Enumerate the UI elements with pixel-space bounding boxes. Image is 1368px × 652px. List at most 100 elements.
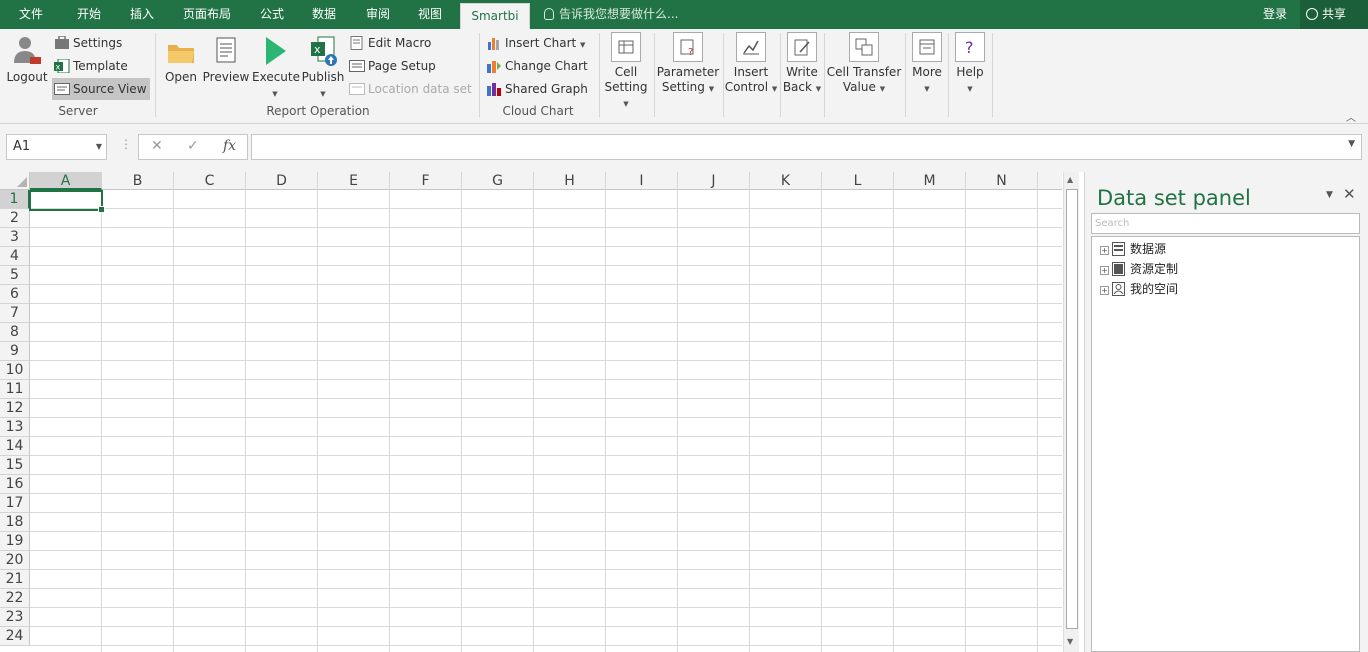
edit-macro-button[interactable]: Edit Macro	[349, 32, 469, 54]
row-header[interactable]: 13	[0, 418, 30, 437]
logout-button[interactable]: Logout	[4, 35, 50, 85]
preview-button[interactable]: Preview	[202, 35, 250, 85]
column-header[interactable]: I	[606, 172, 678, 190]
cell-transfer-dropdown-arrow[interactable]: ▼	[880, 85, 885, 93]
cell-setting-button[interactable]: Cell Setting ▼	[604, 32, 648, 112]
column-header[interactable]: A	[30, 172, 102, 190]
spreadsheet-grid[interactable]: ABCDEFGHIJKLMN 1 2 3 4 5 6 7 8 9 10 11 12 13 14 15 16 17…	[0, 172, 1062, 652]
column-header[interactable]: B	[102, 172, 174, 190]
parameter-setting-button[interactable]: ? Parameter Setting ▼	[656, 32, 720, 97]
column-header[interactable]: K	[750, 172, 822, 190]
publish-button[interactable]: x Publish ▼	[300, 35, 346, 102]
row-header[interactable]: 22	[0, 589, 30, 608]
tab-view[interactable]: 视图	[408, 0, 452, 29]
tab-review[interactable]: 审阅	[356, 0, 400, 29]
column-header[interactable]: H	[534, 172, 606, 190]
confirm-entry-icon[interactable]: ✓	[187, 138, 199, 154]
row-header[interactable]: 1	[0, 190, 30, 209]
change-chart-button[interactable]: Change Chart	[486, 55, 594, 77]
column-header[interactable]: G	[462, 172, 534, 190]
more-dropdown-arrow[interactable]: ▼	[924, 85, 929, 93]
insert-control-dropdown-arrow[interactable]: ▼	[772, 85, 777, 93]
column-header[interactable]: E	[318, 172, 390, 190]
row-header[interactable]: 3	[0, 228, 30, 247]
shared-graph-button[interactable]: Shared Graph	[486, 78, 594, 100]
formula-input[interactable]: ▼	[251, 134, 1362, 160]
row-header[interactable]: 17	[0, 494, 30, 513]
row-header[interactable]: 24	[0, 627, 30, 646]
help-button[interactable]: ? Help ▼	[950, 32, 990, 97]
expand-plus-icon[interactable]: +	[1100, 266, 1109, 275]
row-header[interactable]: 6	[0, 285, 30, 304]
vertical-scrollbar[interactable]: ▲ ▼	[1063, 172, 1079, 652]
collapse-ribbon-chevron-icon[interactable]: ︿	[1346, 109, 1356, 124]
row-header[interactable]: 8	[0, 323, 30, 342]
source-view-button[interactable]: Source View	[52, 78, 150, 100]
panel-close-icon[interactable]: ✕	[1343, 185, 1356, 203]
insert-control-button[interactable]: Insert Control ▼	[724, 32, 778, 97]
column-header[interactable]: M	[894, 172, 966, 190]
tab-file[interactable]: 文件	[10, 0, 52, 29]
tab-insert[interactable]: 插入	[120, 0, 164, 29]
column-header[interactable]: C	[174, 172, 246, 190]
row-header[interactable]: 4	[0, 247, 30, 266]
column-header[interactable]: N	[966, 172, 1038, 190]
insert-chart-dropdown-arrow[interactable]: ▼	[580, 41, 585, 49]
cancel-entry-icon[interactable]: ✕	[151, 138, 163, 154]
row-header[interactable]: 23	[0, 608, 30, 627]
scroll-down-arrow-icon[interactable]: ▼	[1067, 637, 1073, 646]
publish-dropdown-arrow[interactable]: ▼	[320, 90, 325, 98]
scroll-up-arrow-icon[interactable]: ▲	[1067, 175, 1073, 184]
tree-node-my-space[interactable]: + 我的空间	[1100, 280, 1178, 298]
expand-plus-icon[interactable]: +	[1100, 246, 1109, 255]
insert-chart-button[interactable]: Insert Chart ▼	[486, 32, 594, 54]
cell-setting-dropdown-arrow[interactable]: ▼	[623, 100, 628, 108]
help-dropdown-arrow[interactable]: ▼	[967, 85, 972, 93]
share-button[interactable]: 共享	[1300, 0, 1368, 29]
row-header[interactable]: 19	[0, 532, 30, 551]
active-cell-a1[interactable]	[29, 190, 105, 213]
row-header[interactable]: 15	[0, 456, 30, 475]
name-box-dropdown-icon[interactable]: ▼	[96, 135, 102, 159]
tell-me-search[interactable]: 告诉我您想要做什么...	[544, 0, 678, 29]
row-header[interactable]: 2	[0, 209, 30, 228]
tree-node-datasource[interactable]: + 数据源	[1100, 240, 1166, 258]
row-header[interactable]: 14	[0, 437, 30, 456]
name-box[interactable]: A1 ▼	[6, 134, 107, 160]
location-data-set-button[interactable]: Location data set	[349, 78, 473, 100]
more-button[interactable]: More ▼	[906, 32, 948, 97]
row-header[interactable]: 5	[0, 266, 30, 285]
write-back-dropdown-arrow[interactable]: ▼	[816, 85, 821, 93]
expand-formula-bar-icon[interactable]: ▼	[1348, 139, 1355, 149]
tab-smartbi[interactable]: Smartbi	[460, 3, 530, 29]
tab-data[interactable]: 数据	[302, 0, 346, 29]
write-back-button[interactable]: Write Back ▼	[782, 32, 822, 97]
column-header[interactable]: D	[246, 172, 318, 190]
column-header[interactable]: F	[390, 172, 462, 190]
panel-menu-arrow-icon[interactable]: ▼	[1326, 190, 1333, 200]
cell-area[interactable]	[30, 190, 1062, 652]
tab-page-layout[interactable]: 页面布局	[174, 0, 240, 29]
row-header[interactable]: 20	[0, 551, 30, 570]
cell-transfer-value-button[interactable]: Cell Transfer Value ▼	[826, 32, 902, 97]
template-button[interactable]: x Template	[52, 55, 132, 77]
execute-dropdown-arrow[interactable]: ▼	[272, 90, 277, 98]
insert-function-icon[interactable]: fx	[223, 138, 236, 154]
row-header[interactable]: 11	[0, 380, 30, 399]
row-header[interactable]: 16	[0, 475, 30, 494]
row-header[interactable]: 7	[0, 304, 30, 323]
row-header[interactable]: 12	[0, 399, 30, 418]
page-setup-button[interactable]: Page Setup	[349, 55, 469, 77]
column-header[interactable]: J	[678, 172, 750, 190]
open-button[interactable]: Open	[162, 35, 200, 85]
column-header[interactable]: L	[822, 172, 894, 190]
row-header[interactable]: 10	[0, 361, 30, 380]
expand-plus-icon[interactable]: +	[1100, 286, 1109, 295]
tab-formula[interactable]: 公式	[250, 0, 294, 29]
scrollbar-thumb[interactable]	[1066, 189, 1078, 629]
tree-node-resource-custom[interactable]: + 资源定制	[1100, 260, 1178, 278]
row-header[interactable]: 9	[0, 342, 30, 361]
execute-button[interactable]: Execute ▼	[252, 35, 300, 102]
row-header[interactable]: 21	[0, 570, 30, 589]
login-link[interactable]: 登录	[1263, 0, 1287, 29]
